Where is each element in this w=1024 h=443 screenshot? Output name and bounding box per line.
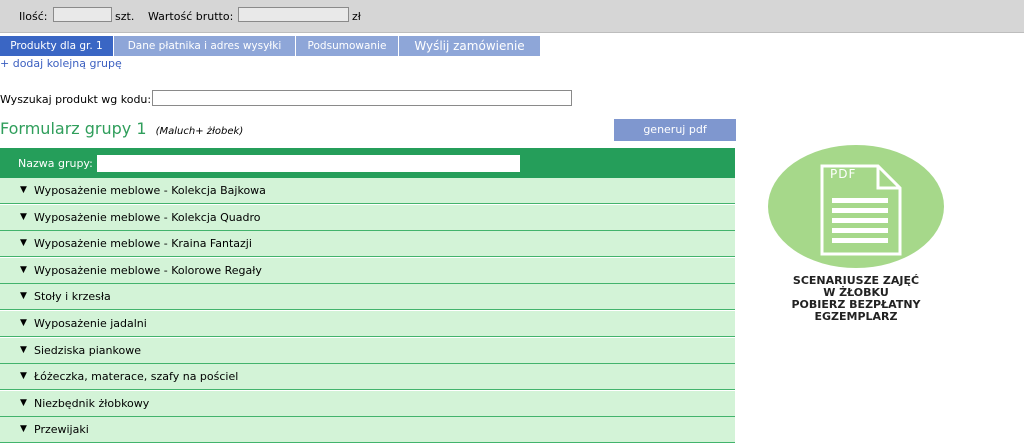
category-label: Wyposażenie meblowe - Kraina Fantazji: [34, 237, 252, 250]
form-subtitle: (Maluch+ żłobek): [155, 126, 244, 137]
category-label: Wyposażenie meblowe - Kolorowe Regały: [34, 264, 262, 277]
category-row[interactable]: ▼ Wyposażenie meblowe - Kolekcja Quadro: [0, 205, 735, 231]
group-name-input[interactable]: [97, 155, 520, 172]
triangle-down-icon: ▼: [20, 185, 27, 195]
triangle-down-icon: ▼: [20, 318, 27, 328]
category-label: Siedziska piankowe: [34, 344, 141, 357]
triangle-down-icon: ▼: [20, 371, 27, 381]
category-row[interactable]: ▼ Niezbędnik żłobkowy: [0, 391, 735, 417]
page-title: Formularz grupy 1 (Maluch+ żłobek): [0, 119, 243, 138]
promo-line: EGZEMPLARZ: [814, 310, 898, 323]
triangle-down-icon: ▼: [20, 424, 27, 434]
category-row[interactable]: ▼ Wyposażenie meblowe - Kolorowe Regały: [0, 258, 735, 284]
quantity-unit: szt.: [115, 10, 135, 23]
category-row[interactable]: ▼ Łóżeczka, materace, szafy na pościel: [0, 364, 735, 390]
promo-text: SCENARIUSZE ZAJĘĆ W ŻŁOBKU POBIERZ BEZPŁ…: [768, 275, 944, 323]
category-row[interactable]: ▼ Przewijaki: [0, 417, 735, 443]
category-label: Stoły i krzesła: [34, 290, 111, 303]
search-label: Wyszukaj produkt wg kodu:: [0, 93, 152, 106]
category-label: Przewijaki: [34, 423, 89, 436]
category-row[interactable]: ▼ Wyposażenie jadalni: [0, 311, 735, 337]
triangle-down-icon: ▼: [20, 291, 27, 301]
add-group-link[interactable]: + dodaj kolejną grupę: [0, 57, 122, 70]
quantity-label: Ilość:: [19, 10, 48, 23]
category-row[interactable]: ▼ Siedziska piankowe: [0, 338, 735, 364]
category-label: Wyposażenie jadalni: [34, 317, 147, 330]
triangle-down-icon: ▼: [20, 398, 27, 408]
triangle-down-icon: ▼: [20, 345, 27, 355]
tab-summary[interactable]: Podsumowanie: [296, 36, 399, 56]
category-label: Niezbędnik żłobkowy: [34, 397, 150, 410]
tab-payer-details[interactable]: Dane płatnika i adres wysyłki: [114, 36, 296, 56]
triangle-down-icon: ▼: [20, 238, 27, 248]
triangle-down-icon: ▼: [20, 265, 27, 275]
category-label: Wyposażenie meblowe - Kolekcja Quadro: [34, 211, 261, 224]
top-bar: Ilość: szt. Wartość brutto: zł: [0, 0, 1024, 33]
pdf-icon-label: PDF: [830, 167, 857, 181]
gross-value-label: Wartość brutto:: [148, 10, 234, 23]
product-code-search-input[interactable]: [152, 90, 572, 106]
category-row[interactable]: ▼ Wyposażenie meblowe - Kraina Fantazji: [0, 231, 735, 257]
category-row[interactable]: ▼ Wyposażenie meblowe - Kolekcja Bajkowa: [0, 178, 735, 204]
currency-unit: zł: [352, 10, 361, 23]
category-label: Łóżeczka, materace, szafy na pościel: [34, 370, 239, 383]
category-row[interactable]: ▼ Stoły i krzesła: [0, 284, 735, 310]
tab-products[interactable]: Produkty dla gr. 1: [0, 36, 114, 56]
triangle-down-icon: ▼: [20, 212, 27, 222]
generate-pdf-button[interactable]: generuj pdf: [614, 119, 736, 141]
tab-send-order[interactable]: Wyślij zamówienie: [399, 36, 541, 56]
form-title-text: Formularz grupy 1: [0, 119, 147, 138]
gross-value-field[interactable]: [238, 7, 349, 22]
category-label: Wyposażenie meblowe - Kolekcja Bajkowa: [34, 184, 266, 197]
group-name-row: Nazwa grupy:: [0, 148, 735, 178]
group-name-label: Nazwa grupy:: [18, 157, 93, 170]
quantity-field[interactable]: [53, 7, 112, 22]
